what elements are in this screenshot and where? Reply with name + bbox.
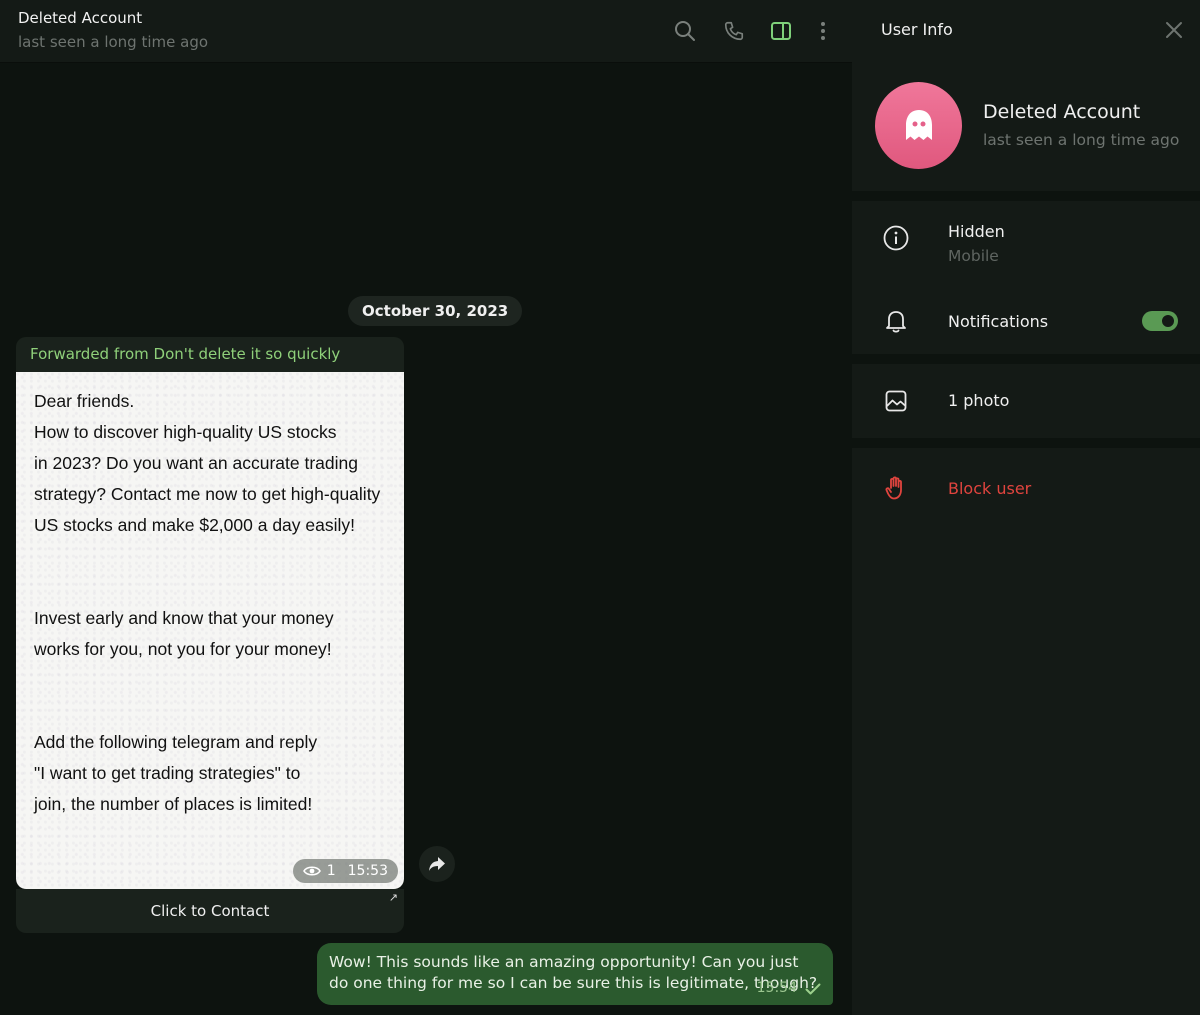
image-paragraph: Dear friends. How to discover high-quali… [34, 391, 381, 535]
block-user-button[interactable]: Block user [948, 479, 1031, 498]
ghost-icon [905, 109, 932, 140]
chat-status: last seen a long time ago [18, 33, 209, 51]
click-to-contact-button[interactable]: Click to Contact ↗ [16, 889, 404, 933]
phone-label: Mobile [948, 247, 999, 265]
message-image[interactable]: Dear friends. How to discover high-quali… [16, 372, 404, 889]
divider [852, 438, 1200, 448]
more-vertical-icon[interactable] [810, 18, 836, 44]
divider [852, 354, 1200, 364]
image-text: Dear friends. How to discover high-quali… [34, 386, 394, 820]
phone-icon[interactable] [721, 18, 747, 44]
chat-header[interactable]: Deleted Account last seen a long time ag… [0, 0, 852, 63]
forward-share-button[interactable] [419, 846, 455, 882]
message-time: 15:54 [756, 980, 797, 996]
forwarded-message[interactable]: Forwarded from Don't delete it so quickl… [16, 337, 404, 889]
sidebar-toggle-icon[interactable] [768, 18, 794, 44]
photo-icon [882, 387, 910, 415]
date-separator: October 30, 2023 [348, 296, 523, 326]
forwarded-from-label[interactable]: Forwarded from Don't delete it so quickl… [16, 337, 404, 372]
photos-link[interactable]: 1 photo [948, 391, 1009, 410]
bell-icon [882, 307, 910, 335]
search-icon[interactable] [672, 18, 698, 44]
profile-status: last seen a long time ago [983, 131, 1180, 149]
contact-button-label: Click to Contact [150, 902, 270, 920]
close-icon[interactable] [1164, 20, 1184, 44]
chat-title[interactable]: Deleted Account [18, 9, 142, 27]
notifications-toggle[interactable] [1142, 311, 1178, 331]
avatar[interactable] [875, 82, 962, 169]
chat-area: Deleted Account last seen a long time ag… [0, 0, 852, 1015]
info-icon [882, 224, 910, 252]
eye-icon [302, 866, 321, 876]
phone-value[interactable]: Hidden [948, 222, 1005, 241]
profile-name: Deleted Account [983, 101, 1141, 123]
check-icon [805, 983, 821, 994]
outgoing-text: Wow! This sounds like an amazing opportu… [329, 953, 818, 992]
views-count: 1 [326, 863, 336, 879]
outgoing-message[interactable]: Wow! This sounds like an amazing opportu… [317, 943, 833, 1005]
hand-stop-icon [882, 474, 910, 502]
external-link-icon: ↗ [388, 891, 398, 904]
share-arrow-icon [429, 857, 445, 871]
panel-title: User Info [881, 20, 953, 39]
notifications-label: Notifications [948, 312, 1049, 331]
user-info-panel: User Info Deleted Account last seen a lo… [852, 0, 1200, 1015]
message-time: 15:53 [347, 863, 388, 879]
divider [852, 191, 1200, 201]
outgoing-meta: 15:54 [757, 978, 821, 999]
views-time-badge: 1 15:53 [292, 859, 398, 883]
image-paragraph: Invest early and know that your money wo… [34, 608, 334, 659]
image-paragraph: Add the following telegram and reply "I … [34, 732, 318, 814]
